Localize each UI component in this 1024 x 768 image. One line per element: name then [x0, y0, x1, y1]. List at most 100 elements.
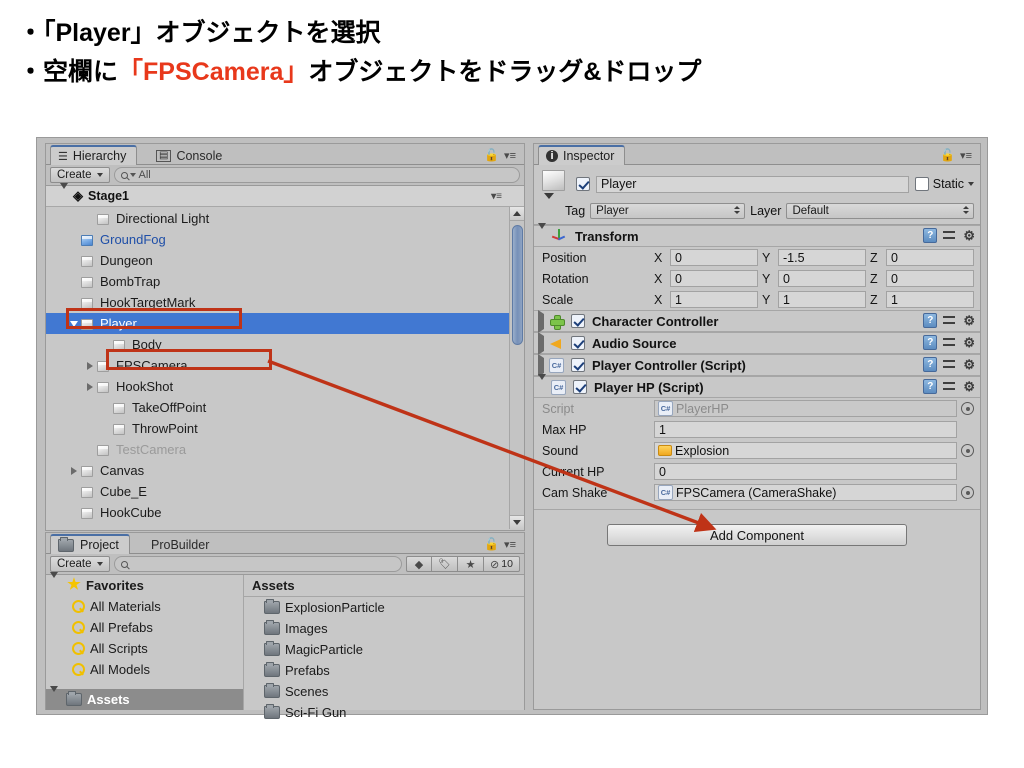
component-expander-icon[interactable]	[538, 309, 544, 333]
filter-by-type-icon[interactable]: ◆	[406, 556, 432, 572]
hierarchy-node-dungeon[interactable]: Dungeon	[46, 250, 524, 271]
project-create-button[interactable]: Create	[50, 556, 110, 572]
lock-icon[interactable]: 🔓	[484, 537, 499, 551]
panel-menu-icon[interactable]: ▾≡	[504, 538, 516, 551]
hierarchy-node-hookshot[interactable]: HookShot	[46, 376, 524, 397]
filter-by-label-icon[interactable]: 🏷	[432, 556, 458, 572]
hierarchy-node-directional-light[interactable]: Directional Light	[46, 208, 524, 229]
hierarchy-node-hooktargetmark[interactable]: HookTargetMark	[46, 292, 524, 313]
component-header-player-hp-script-[interactable]: C# Player HP (Script)? ⚙	[534, 373, 980, 398]
transform-scale-y-input[interactable]: 1	[778, 291, 866, 308]
object-picker-icon[interactable]	[961, 402, 974, 415]
hidden-packages-icon[interactable]: ⊘ 10	[484, 556, 520, 572]
hierarchy-node-fpscamera[interactable]: FPSCamera	[46, 355, 524, 376]
tab-console[interactable]: ▤ Console	[149, 146, 232, 165]
transform-position-x-input[interactable]: 0	[670, 249, 758, 266]
playerhp-field-current-hp[interactable]: 0	[654, 463, 957, 480]
static-chevron-down-icon[interactable]	[968, 182, 974, 186]
layer-dropdown[interactable]: Default	[786, 203, 974, 219]
hierarchy-node-takeoffpoint[interactable]: TakeOffPoint	[46, 397, 524, 418]
expander-right-icon[interactable]	[68, 466, 80, 475]
expander-right-icon[interactable]	[84, 361, 96, 370]
tag-dropdown[interactable]: Player	[590, 203, 746, 219]
scene-root-row[interactable]: ◈ Stage1 ▾≡	[46, 183, 524, 207]
component-expander-icon[interactable]	[538, 331, 544, 355]
gear-icon[interactable]: ⚙	[963, 229, 975, 242]
gear-icon[interactable]: ⚙	[963, 336, 975, 349]
object-picker-icon[interactable]	[961, 486, 974, 499]
filter-by-favorite-icon[interactable]: ★	[458, 556, 484, 572]
component-enabled-checkbox[interactable]	[573, 380, 587, 394]
asset-item-prefabs[interactable]: Prefabs	[244, 660, 524, 681]
preset-icon[interactable]	[943, 380, 957, 394]
favorites-expander-icon[interactable]	[50, 572, 66, 593]
add-component-button[interactable]: Add Component	[607, 524, 907, 546]
hierarchy-create-button[interactable]: Create	[50, 167, 110, 183]
gear-icon[interactable]: ⚙	[963, 358, 975, 371]
asset-item-sci-fi-gun[interactable]: Sci-Fi Gun	[244, 702, 524, 723]
scroll-down-arrow-icon[interactable]	[510, 515, 524, 529]
hierarchy-node-player[interactable]: Player	[46, 313, 524, 334]
hierarchy-node-canvas[interactable]: Canvas	[46, 460, 524, 481]
panel-menu-icon[interactable]: ▾≡	[960, 149, 972, 162]
tab-probuilder[interactable]: ProBuilder	[144, 535, 219, 554]
help-icon[interactable]: ?	[923, 357, 938, 372]
transform-rotation-x-input[interactable]: 0	[670, 270, 758, 287]
gameobject-name-field[interactable]: Player	[596, 175, 909, 193]
tab-project[interactable]: Project	[50, 534, 130, 554]
component-header-player-controller-script-[interactable]: C# Player Controller (Script)? ⚙	[534, 353, 980, 377]
hierarchy-node-cube-e[interactable]: Cube_E	[46, 481, 524, 502]
tab-hierarchy[interactable]: ☰ Hierarchy	[50, 145, 138, 165]
transform-rotation-z-input[interactable]: 0	[886, 270, 974, 287]
assets-expander-icon[interactable]	[50, 686, 58, 707]
playerhp-field-max-hp[interactable]: 1	[654, 421, 957, 438]
asset-item-magicparticle[interactable]: MagicParticle	[244, 639, 524, 660]
gear-icon[interactable]: ⚙	[963, 380, 975, 393]
scene-expander-icon[interactable]	[60, 183, 68, 203]
transform-expander-icon[interactable]	[538, 222, 546, 244]
hierarchy-search-input[interactable]: All	[113, 167, 520, 183]
project-favorite-all-models[interactable]: All Models	[46, 659, 243, 680]
expander-right-icon[interactable]	[84, 382, 96, 391]
transform-position-z-input[interactable]: 0	[886, 249, 974, 266]
transform-scale-z-input[interactable]: 1	[886, 291, 974, 308]
project-search-input[interactable]	[113, 556, 402, 572]
scene-menu-icon[interactable]: ▾≡	[491, 191, 502, 202]
hierarchy-node-testcamera[interactable]: TestCamera	[46, 439, 524, 460]
project-favorites-header[interactable]: ★ Favorites	[46, 572, 243, 596]
asset-item-scenes[interactable]: Scenes	[244, 681, 524, 702]
component-header-character-controller[interactable]: Character Controller? ⚙	[534, 309, 980, 333]
lock-icon[interactable]: 🔓	[484, 148, 499, 162]
preset-icon[interactable]	[943, 229, 957, 243]
static-toggle[interactable]: Static	[914, 177, 974, 191]
hierarchy-scrollbar[interactable]	[509, 207, 524, 529]
hierarchy-node-body[interactable]: Body	[46, 334, 524, 355]
transform-position-y-input[interactable]: -1.5	[778, 249, 866, 266]
hierarchy-node-groundfog[interactable]: GroundFog›	[46, 229, 524, 250]
lock-icon[interactable]: 🔓	[940, 148, 955, 162]
preset-icon[interactable]	[943, 314, 957, 328]
help-icon[interactable]: ?	[923, 228, 938, 243]
gameobject-enabled-checkbox[interactable]	[576, 177, 590, 191]
gear-icon[interactable]: ⚙	[963, 314, 975, 327]
help-icon[interactable]: ?	[923, 335, 938, 350]
help-icon[interactable]: ?	[923, 379, 938, 394]
project-favorite-all-materials[interactable]: All Materials	[46, 596, 243, 617]
scroll-up-arrow-icon[interactable]	[510, 207, 524, 221]
asset-item-images[interactable]: Images	[244, 618, 524, 639]
component-expander-icon[interactable]	[538, 353, 544, 377]
preset-icon[interactable]	[943, 358, 957, 372]
hierarchy-node-hookcube[interactable]: HookCube	[46, 502, 524, 523]
component-enabled-checkbox[interactable]	[571, 336, 585, 350]
static-checkbox[interactable]	[914, 177, 929, 191]
preset-icon[interactable]	[943, 336, 957, 350]
project-favorite-all-prefabs[interactable]: All Prefabs	[46, 617, 243, 638]
hierarchy-node-throwpoint[interactable]: ThrowPoint	[46, 418, 524, 439]
project-tree-assets-row[interactable]: Assets	[46, 686, 243, 710]
help-icon[interactable]: ?	[923, 313, 938, 328]
transform-scale-x-input[interactable]: 1	[670, 291, 758, 308]
component-header-transform[interactable]: Transform ? ⚙	[534, 222, 980, 247]
playerhp-field-script[interactable]: C# PlayerHP	[654, 400, 957, 417]
component-header-audio-source[interactable]: Audio Source? ⚙	[534, 331, 980, 355]
playerhp-field-sound[interactable]: Explosion	[654, 442, 957, 459]
